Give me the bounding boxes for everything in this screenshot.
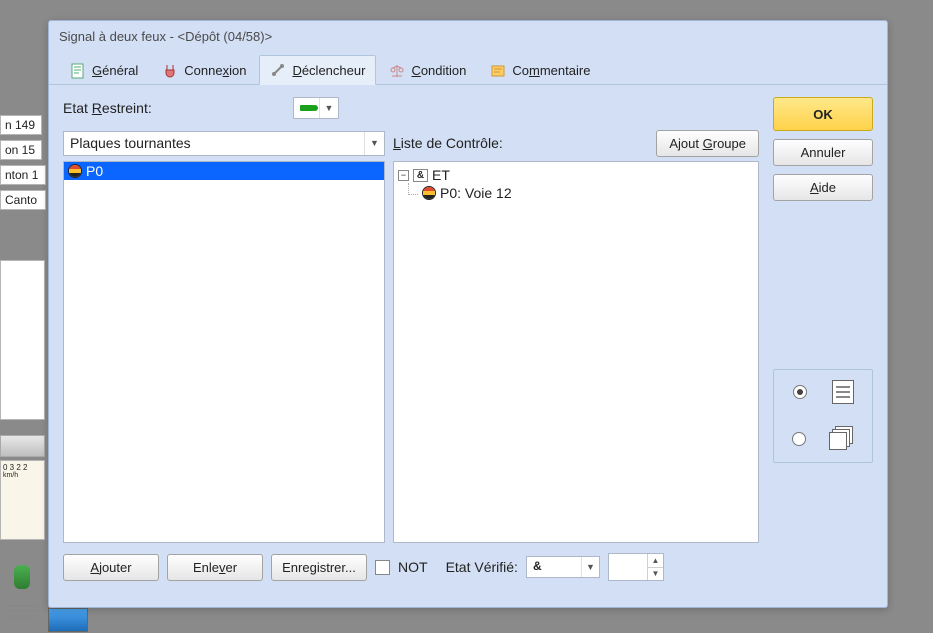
control-tree[interactable]: − & ET P0: Voie 12 bbox=[393, 161, 759, 543]
switch-icon bbox=[270, 62, 286, 78]
bg-label-4: Canto bbox=[0, 190, 46, 210]
bg-label-3: nton 1 bbox=[0, 165, 46, 185]
dialog-title: Signal à deux feux - <Dépôt (04/58)> bbox=[49, 21, 887, 54]
chevron-down-icon[interactable]: ▼ bbox=[320, 98, 338, 118]
view-single-radio[interactable] bbox=[793, 385, 807, 399]
view-multi-radio[interactable] bbox=[792, 432, 806, 446]
bg-train-icon bbox=[0, 435, 45, 457]
items-listbox[interactable]: P0 bbox=[63, 161, 385, 543]
page-icon bbox=[70, 63, 86, 79]
combo-value: Plaques tournantes bbox=[64, 132, 364, 155]
tab-label: Général bbox=[92, 63, 138, 78]
ok-button[interactable]: OK bbox=[773, 97, 873, 131]
value-spinner[interactable]: ▲ ▼ bbox=[608, 553, 664, 581]
not-checkbox[interactable] bbox=[375, 560, 390, 575]
tab-condition[interactable]: Condition bbox=[378, 55, 477, 85]
category-combo[interactable]: Plaques tournantes ▼ bbox=[63, 131, 385, 156]
liste-controle-label: Liste de Contrôle: bbox=[393, 135, 503, 151]
list-item-label: P0 bbox=[86, 163, 103, 179]
chevron-down-icon[interactable]: ▼ bbox=[581, 557, 599, 577]
ajouter-button[interactable]: Ajouter bbox=[63, 554, 159, 581]
collapse-icon[interactable]: − bbox=[398, 170, 409, 181]
spinner-input[interactable] bbox=[609, 554, 647, 580]
balance-icon bbox=[389, 63, 405, 79]
signal-state-icon bbox=[294, 98, 320, 118]
documents-stack-icon bbox=[829, 426, 855, 452]
tree-connector bbox=[408, 183, 418, 195]
and-operator-icon: & bbox=[413, 169, 428, 182]
tab-connection[interactable]: Connexion bbox=[151, 55, 257, 85]
combo-value: & bbox=[527, 557, 581, 577]
tab-trigger[interactable]: Déclencheur bbox=[259, 55, 376, 85]
turntable-icon bbox=[422, 186, 436, 200]
etat-restreint-combo[interactable]: ▼ bbox=[293, 97, 339, 119]
bg-label-1: n 149 bbox=[0, 115, 42, 135]
bg-thumbnail bbox=[48, 608, 88, 632]
tree-node-label: ET bbox=[432, 167, 450, 183]
turntable-icon bbox=[68, 164, 82, 178]
plug-icon bbox=[162, 63, 178, 79]
enregistrer-button[interactable]: Enregistrer... bbox=[271, 554, 367, 581]
tab-bar: Général Connexion Déclencheur Condition … bbox=[49, 54, 887, 85]
tab-label: Commentaire bbox=[512, 63, 590, 78]
etat-verifie-combo[interactable]: & ▼ bbox=[526, 556, 600, 578]
tab-label: Condition bbox=[411, 63, 466, 78]
enlever-button[interactable]: Enlever bbox=[167, 554, 263, 581]
bg-label-2: on 15 bbox=[0, 140, 42, 160]
etat-verifie-label: Etat Vérifié: bbox=[446, 559, 518, 575]
bg-slider bbox=[2, 555, 44, 625]
list-item[interactable]: P0 bbox=[64, 162, 384, 180]
aide-button[interactable]: Aide bbox=[773, 174, 873, 201]
tab-label: Connexion bbox=[184, 63, 246, 78]
view-mode-panel bbox=[773, 369, 873, 463]
annuler-button[interactable]: Annuler bbox=[773, 139, 873, 166]
ajout-groupe-button[interactable]: Ajout Groupe bbox=[656, 130, 759, 157]
note-icon bbox=[490, 63, 506, 79]
spinner-down-icon[interactable]: ▼ bbox=[648, 568, 663, 581]
spinner-up-icon[interactable]: ▲ bbox=[648, 554, 663, 568]
tab-general[interactable]: Général bbox=[59, 55, 149, 85]
bg-panel bbox=[0, 260, 45, 420]
tree-child[interactable]: P0: Voie 12 bbox=[422, 184, 754, 202]
bg-gauge: 0 3 2 2 km/h bbox=[0, 460, 45, 540]
document-icon bbox=[832, 380, 854, 404]
tree-node-label: P0: Voie 12 bbox=[440, 185, 512, 201]
signal-dialog: Signal à deux feux - <Dépôt (04/58)> Gén… bbox=[48, 20, 888, 608]
tree-root[interactable]: − & ET bbox=[398, 166, 754, 184]
chevron-down-icon[interactable]: ▼ bbox=[364, 132, 384, 155]
tab-label: Déclencheur bbox=[292, 63, 365, 78]
etat-restreint-label: Etat Restreint: bbox=[63, 100, 285, 116]
tab-comment[interactable]: Commentaire bbox=[479, 55, 601, 85]
not-label: NOT bbox=[398, 559, 428, 575]
